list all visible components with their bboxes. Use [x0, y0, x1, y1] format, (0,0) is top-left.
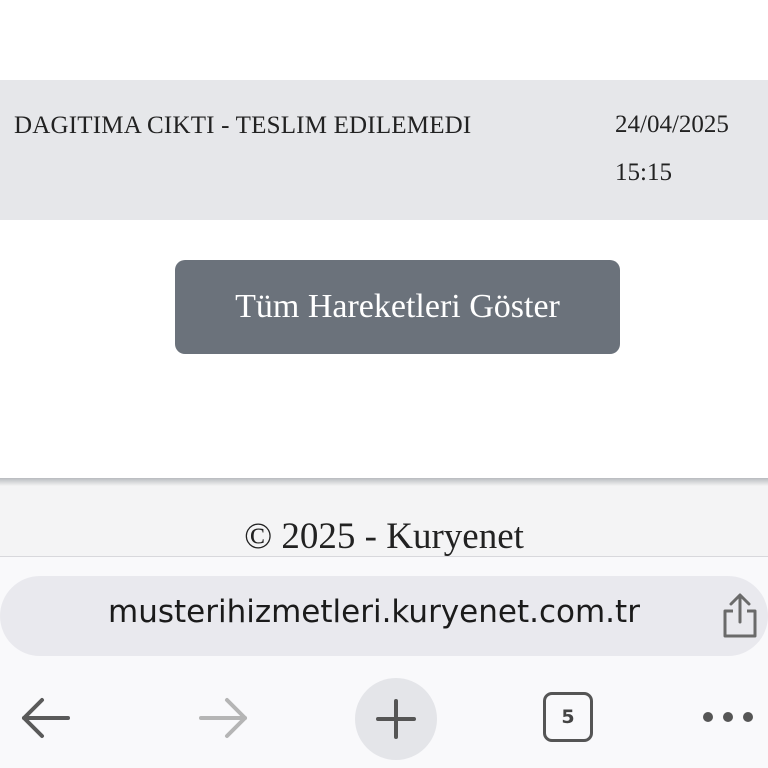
show-all-movements-button[interactable]: Tüm Hareketleri Göster — [175, 260, 620, 354]
new-tab-button[interactable] — [355, 678, 437, 760]
plus-icon — [376, 699, 416, 739]
tabs-count-button[interactable]: 5 — [543, 692, 593, 742]
more-ellipsis-icon[interactable] — [700, 704, 756, 730]
status-time: 15:15 — [615, 159, 672, 186]
page: DAGITIMA CIKTI - TESLIM EDILEMEDI 24/04/… — [0, 0, 768, 768]
footer-divider — [0, 478, 768, 486]
forward-arrow-icon[interactable] — [195, 690, 251, 746]
status-date: 24/04/2025 — [615, 111, 729, 138]
url-text[interactable]: musterihizmetleri.kuryenet.com.tr — [108, 594, 640, 630]
footer-copyright: © 2025 - Kuryenet — [244, 516, 524, 557]
share-icon[interactable] — [719, 592, 761, 640]
back-arrow-icon[interactable] — [18, 690, 74, 746]
status-text: DAGITIMA CIKTI - TESLIM EDILEMEDI — [14, 112, 472, 139]
status-datetime: 24/04/2025 15:15 — [615, 101, 729, 197]
